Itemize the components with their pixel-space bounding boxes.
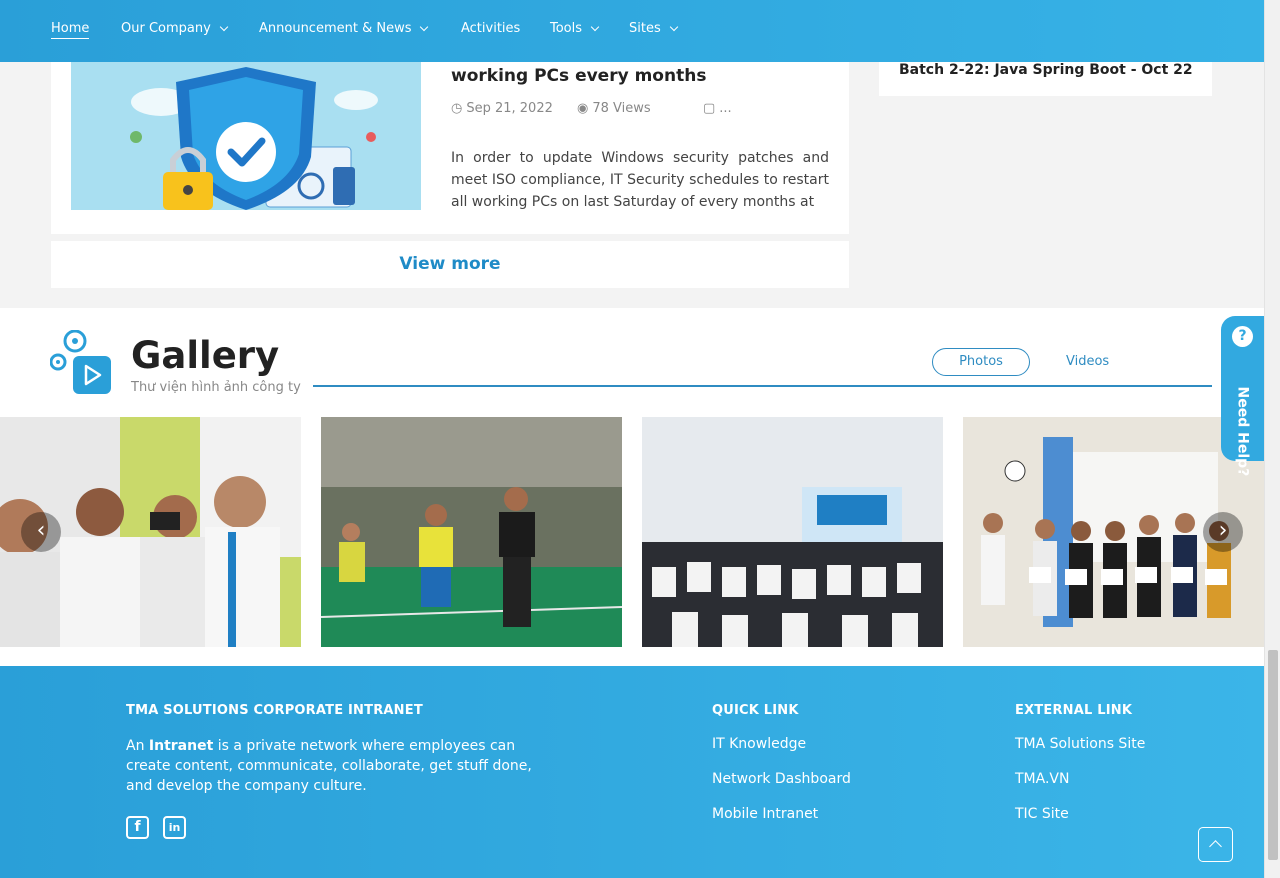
nav-home-label: Home: [51, 21, 90, 39]
news-thumbnail[interactable]: [71, 62, 421, 210]
nav-tools[interactable]: Tools: [550, 21, 600, 36]
gallery-photo[interactable]: [321, 417, 622, 647]
nav-activities[interactable]: Activities: [461, 21, 520, 36]
need-help-label: Need Help?: [1234, 386, 1251, 477]
photo-event-hall: [642, 417, 943, 647]
linkedin-icon[interactable]: in: [163, 816, 186, 839]
nav-activities-label: Activities: [461, 21, 521, 36]
tab-videos[interactable]: Videos: [1066, 354, 1109, 369]
gallery-next-button[interactable]: ›: [1203, 512, 1243, 552]
view-more-button[interactable]: View more: [51, 241, 849, 288]
eye-icon: ◉: [577, 101, 589, 116]
nav-sites-label: Sites: [629, 21, 661, 36]
external-link-tma-solutions[interactable]: TMA Solutions Site: [1015, 736, 1145, 752]
nav-our-company[interactable]: Our Company: [121, 21, 229, 36]
quick-link-network-dashboard[interactable]: Network Dashboard: [712, 771, 851, 787]
nav-our-company-label: Our Company: [121, 21, 211, 36]
news-comments-text: ...: [719, 101, 732, 116]
security-shield-illustration: [71, 62, 421, 210]
scrollbar-thumb[interactable]: [1268, 650, 1278, 860]
footer: TMA SOLUTIONS CORPORATE INTRANET An Intr…: [0, 666, 1264, 878]
about-bold: Intranet: [148, 738, 214, 754]
sidebar-item-title[interactable]: Batch 2-22: Java Spring Boot - Oct 22: [899, 62, 1193, 78]
news-date: ◷ Sep 21, 2022: [451, 101, 553, 116]
need-help-tab[interactable]: ? Need Help?: [1221, 316, 1264, 477]
news-comments: ▢ ...: [703, 101, 732, 116]
nav-announcement-label: Announcement & News: [259, 21, 412, 36]
comment-icon: ▢: [703, 101, 716, 116]
news-views-text: 78 Views: [592, 101, 651, 116]
about-prefix: An: [126, 738, 145, 754]
footer-about-text: An Intranet is a private network where e…: [126, 736, 546, 796]
quick-link-heading: QUICK LINK: [712, 703, 799, 718]
gallery-prev-button[interactable]: ‹: [21, 512, 61, 552]
gallery-divider: [313, 385, 1212, 387]
clock-icon: ◷: [451, 101, 463, 116]
gallery-subtitle: Thư viện hình ảnh công ty: [131, 380, 301, 395]
gallery-icon: [50, 330, 111, 394]
chevron-down-icon: [219, 22, 229, 32]
quick-link-it-knowledge[interactable]: IT Knowledge: [712, 736, 806, 752]
news-date-text: Sep 21, 2022: [466, 101, 553, 116]
gallery-section: Gallery Thư viện hình ảnh công ty Photos…: [0, 308, 1264, 666]
external-link-tic-site[interactable]: TIC Site: [1015, 806, 1069, 822]
news-title[interactable]: working PCs every months: [451, 66, 706, 86]
nav-announcement-news[interactable]: Announcement & News: [259, 21, 429, 36]
vertical-scrollbar[interactable]: [1264, 0, 1280, 878]
chevron-down-icon: [669, 22, 678, 32]
news-card: working PCs every months ◷ Sep 21, 2022 …: [51, 40, 849, 234]
nav-tools-label: Tools: [550, 21, 583, 36]
back-to-top-button[interactable]: [1198, 827, 1233, 862]
news-views: ◉ 78 Views: [577, 101, 651, 116]
tab-photos[interactable]: Photos: [932, 348, 1030, 376]
gallery-photo[interactable]: [642, 417, 943, 647]
chevron-down-icon: [590, 22, 600, 32]
nav-sites[interactable]: Sites: [629, 21, 678, 36]
external-link-heading: EXTERNAL LINK: [1015, 703, 1133, 718]
nav-home[interactable]: Home: [51, 21, 90, 39]
top-navigation: Home Our Company Announcement & News Act…: [0, 0, 1264, 62]
news-excerpt: In order to update Windows security patc…: [451, 150, 829, 210]
footer-about-heading: TMA SOLUTIONS CORPORATE INTRANET: [126, 703, 423, 718]
photo-badminton: [321, 417, 622, 647]
external-link-tma-vn[interactable]: TMA.VN: [1015, 771, 1069, 787]
facebook-icon[interactable]: f: [126, 816, 149, 839]
help-icon: ?: [1232, 326, 1253, 347]
quick-link-mobile-intranet[interactable]: Mobile Intranet: [712, 806, 818, 822]
chevron-down-icon: [420, 22, 429, 32]
gallery-title: Gallery: [131, 334, 280, 377]
